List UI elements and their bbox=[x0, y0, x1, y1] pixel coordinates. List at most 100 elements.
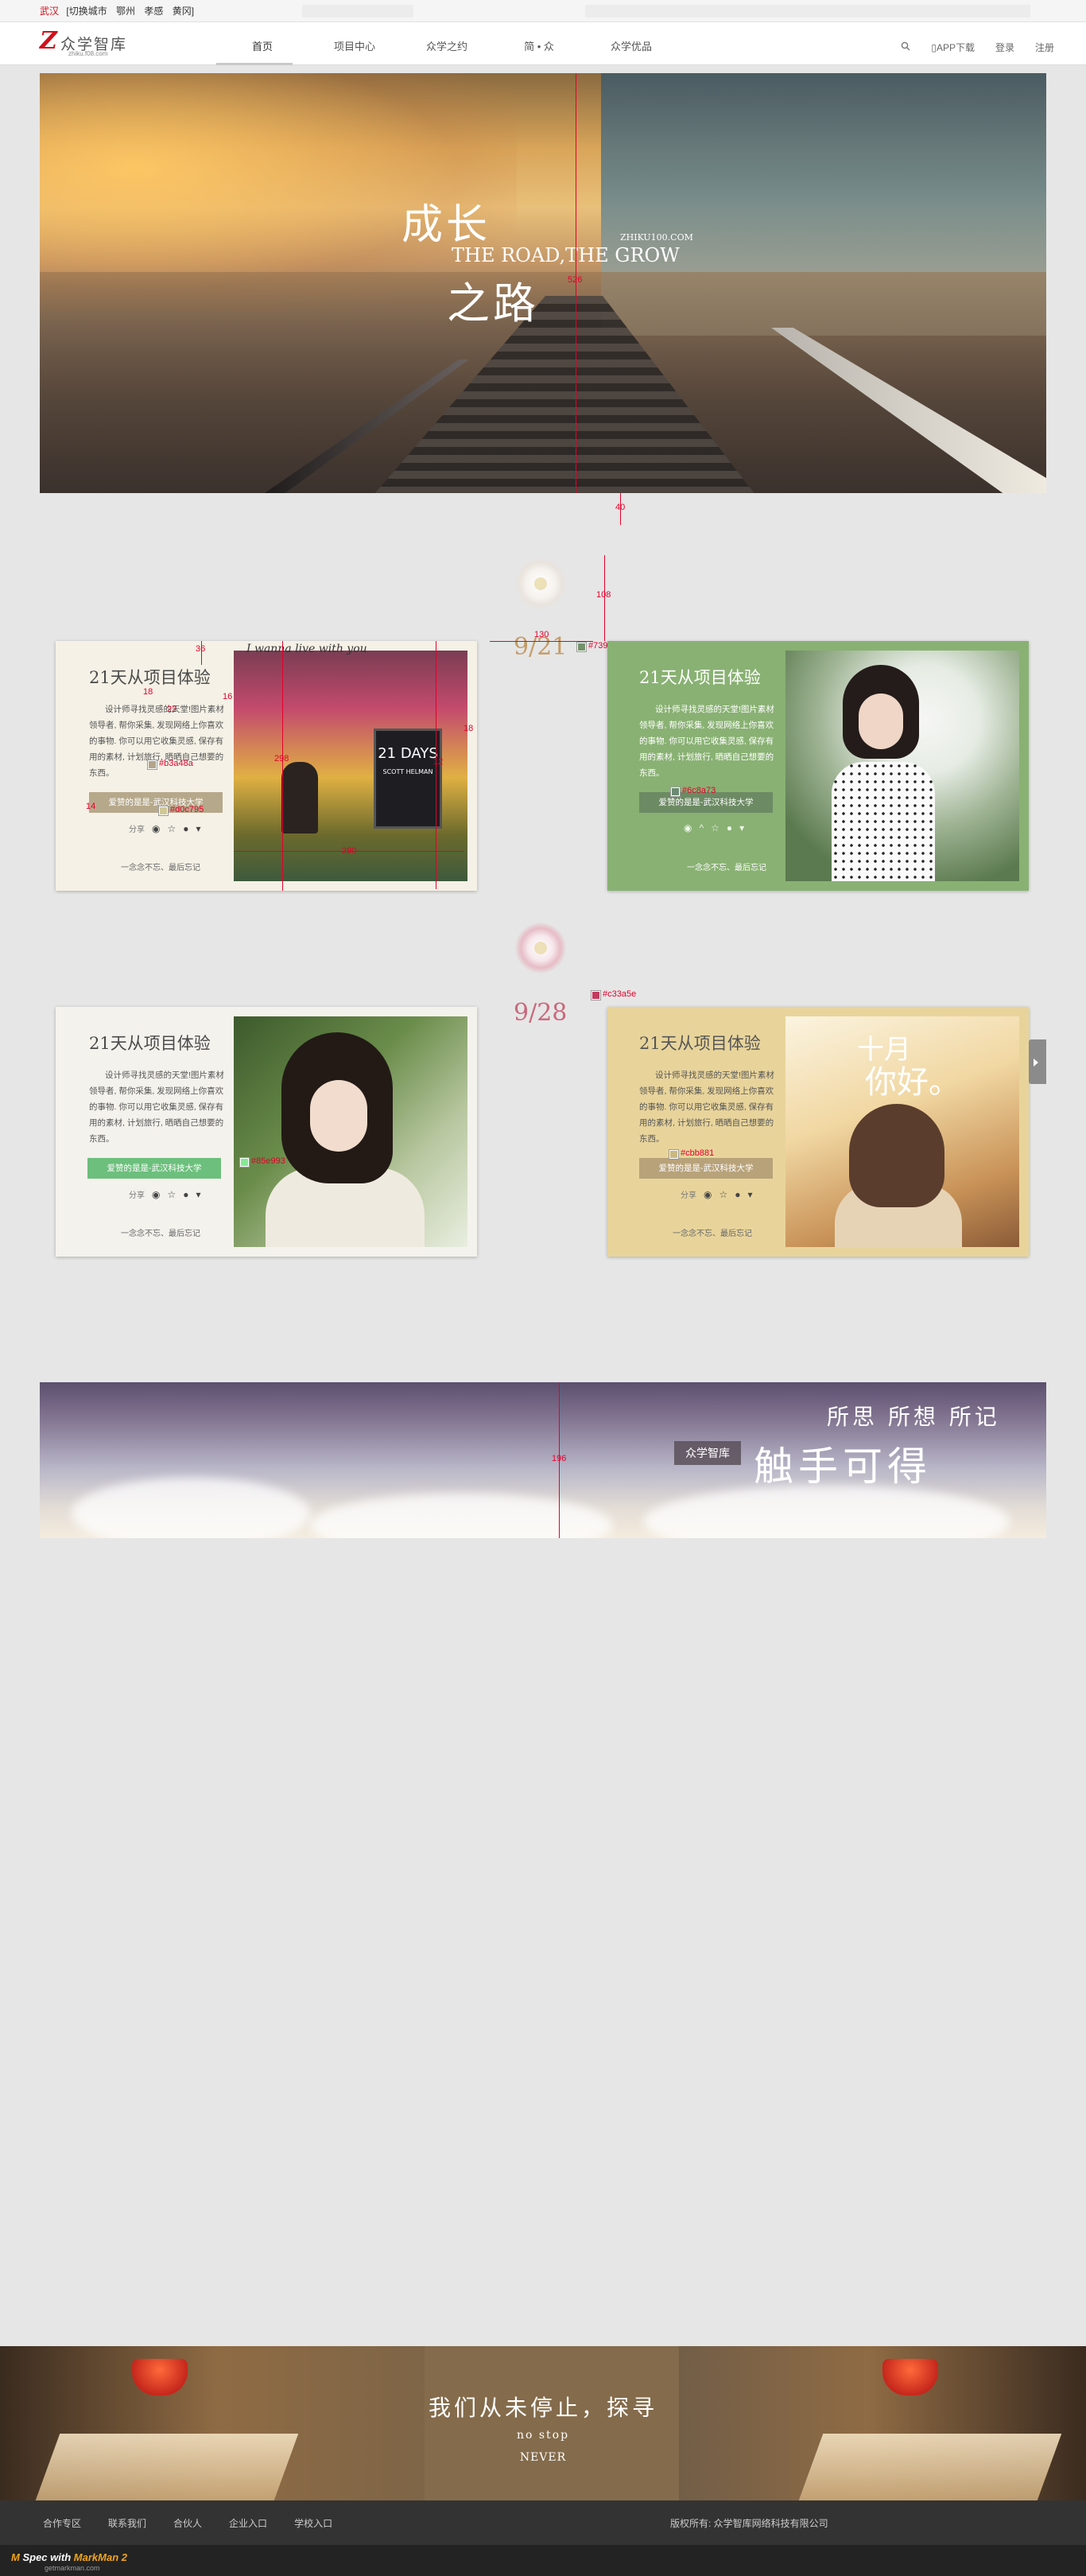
footer-link-cooperation[interactable]: 合作专区 bbox=[43, 2516, 81, 2530]
share-label: 分享 bbox=[681, 1191, 696, 1200]
card-photo[interactable] bbox=[234, 1016, 467, 1247]
login-link[interactable]: 登录 bbox=[995, 41, 1014, 54]
dropdown-icon[interactable]: ▾ bbox=[739, 822, 744, 833]
nav-products[interactable]: 众学优品 bbox=[585, 22, 677, 65]
star-icon[interactable]: ☆ bbox=[167, 823, 176, 834]
photo-face bbox=[310, 1080, 367, 1152]
spec-color: #85e993 bbox=[251, 1156, 285, 1166]
card-footer: 一念念不忘、最后忘记 bbox=[121, 864, 200, 872]
wechat-icon[interactable]: ● bbox=[735, 1189, 740, 1200]
footer-link-enterprise[interactable]: 企业入口 bbox=[229, 2516, 267, 2530]
markman-bar: M Spec with MarkMan 2 getmarkman.com bbox=[0, 2545, 1086, 2576]
site-logo[interactable]: Z 众学智库 zhiku.f08.com bbox=[40, 29, 151, 58]
star-icon[interactable]: ☆ bbox=[711, 822, 719, 833]
nav-simple[interactable]: 简 • 众 bbox=[493, 22, 585, 65]
card-description: 设计师寻找灵感的天堂!图片素材领导者, 帮你采集, 发现网络上你喜欢的事物. 你… bbox=[639, 705, 774, 778]
card-title: 21天从项目体验 bbox=[639, 668, 761, 687]
spec-label: 196 bbox=[552, 1454, 567, 1463]
spec-swatch bbox=[158, 806, 169, 816]
spec-label: 130 bbox=[534, 630, 549, 639]
weibo-icon[interactable]: ◉ bbox=[684, 822, 692, 833]
card-photo[interactable]: 十月 你好。 bbox=[785, 1016, 1019, 1247]
photo-hair bbox=[849, 1104, 944, 1207]
promo-banner[interactable]: 所思 所想 所记 众学智库 触手可得 bbox=[40, 1382, 1046, 1538]
next-arrow-button[interactable] bbox=[1029, 1039, 1046, 1084]
photo-book: 21 DAYS SCOTT HELMAN bbox=[374, 729, 442, 829]
card-tag[interactable]: 爱赞的是是-武汉科技大学 bbox=[87, 1158, 221, 1179]
spec-label: 22 bbox=[167, 705, 177, 714]
weibo-icon[interactable]: ◉ bbox=[704, 1189, 712, 1200]
project-card[interactable]: 21天从项目体验 设计师寻找灵感的天堂!图片素材领导者, 帮你采集, 发现网络上… bbox=[56, 1007, 477, 1257]
spec-label: 40 bbox=[615, 503, 626, 512]
nav-projects[interactable]: 项目中心 bbox=[308, 22, 401, 65]
spec-color: #b3a48a bbox=[159, 759, 193, 768]
register-link[interactable]: 注册 bbox=[1035, 41, 1054, 54]
star-icon[interactable]: ☆ bbox=[719, 1189, 727, 1200]
wechat-icon[interactable]: ● bbox=[727, 822, 732, 833]
project-card[interactable]: 21天从项目体验 设计师寻找灵感的天堂!图片素材领导者, 帮你采集, 发现网络上… bbox=[607, 641, 1029, 891]
card-tag[interactable]: 爱赞的是是-武汉科技大学 bbox=[639, 1158, 773, 1179]
dropdown-icon[interactable]: ▾ bbox=[748, 1189, 753, 1200]
spec-swatch bbox=[576, 642, 587, 652]
site-footer: 合作专区 联系我们 合伙人 企业入口 学校入口 版权所有: 众学智库网络科技有限… bbox=[0, 2500, 1086, 2545]
project-card[interactable]: 21天从项目体验 设计师寻找灵感的天堂!图片素材领导者, 帮你采集, 发现网络上… bbox=[607, 1007, 1029, 1257]
date-flower bbox=[515, 558, 566, 609]
weibo-icon[interactable]: ◉ bbox=[152, 823, 160, 834]
date-flower bbox=[515, 923, 566, 973]
markman-logo: M Spec with MarkMan 2 bbox=[11, 2551, 127, 2563]
photo-face bbox=[859, 694, 903, 749]
card-title: 21天从项目体验 bbox=[89, 668, 211, 687]
hero-banner[interactable]: 成长 ZHIKU100.COM THE ROAD,THE GROW 之路 bbox=[40, 73, 1046, 493]
switch-city-link[interactable]: [切换城市 bbox=[66, 6, 107, 17]
wechat-icon[interactable]: ● bbox=[183, 823, 188, 834]
hero-site: ZHIKU100.COM bbox=[620, 232, 693, 243]
spec-label: 36 bbox=[196, 644, 206, 654]
card-title: 21天从项目体验 bbox=[639, 1034, 761, 1053]
city-bar: 武汉 [切换城市 鄂州 孝感 黄冈] bbox=[0, 0, 1086, 22]
cloud bbox=[72, 1478, 310, 1538]
qq-icon[interactable]: ^ bbox=[699, 822, 704, 833]
logo-url: zhiku.f08.com bbox=[68, 50, 108, 57]
spec-color: #cbb881 bbox=[681, 1148, 715, 1158]
spec-swatch bbox=[239, 1157, 250, 1168]
bottom-title: 我们从未停止，探寻 bbox=[428, 2395, 657, 2421]
photo-figure bbox=[281, 762, 318, 833]
share-row: 分享 ◉ ☆ ● ▾ bbox=[129, 822, 201, 835]
project-card[interactable]: 21天从项目体验 设计师寻找灵感的天堂!图片素材领导者, 帮你采集, 发现网络上… bbox=[56, 641, 477, 891]
book-author: SCOTT HELMAN bbox=[382, 768, 433, 775]
card-text: 21天从项目体验 设计师寻找灵感的天堂!图片素材领导者, 帮你采集, 发现网络上… bbox=[607, 641, 785, 891]
markman-brand: Spec with bbox=[22, 2551, 72, 2563]
spec-color: #d0c795 bbox=[170, 805, 204, 814]
spec-label: 18 bbox=[463, 724, 474, 733]
card-text: 21天从项目体验 设计师寻找灵感的天堂!图片素材领导者, 帮你采集, 发现网络上… bbox=[56, 641, 234, 891]
app-download-link[interactable]: ▯APP下载 bbox=[931, 41, 975, 54]
phone-icon: ▯ bbox=[931, 41, 937, 53]
footer-link-school[interactable]: 学校入口 bbox=[294, 2516, 332, 2530]
nav-meetup[interactable]: 众学之约 bbox=[401, 22, 493, 65]
wechat-icon[interactable]: ● bbox=[183, 1189, 188, 1200]
nav-home[interactable]: 首页 bbox=[216, 22, 308, 65]
banner-tag: 众学智库 bbox=[674, 1441, 741, 1465]
share-label: 分享 bbox=[129, 1191, 145, 1200]
city-link[interactable]: 鄂州 bbox=[116, 6, 135, 17]
city-link[interactable]: 黄冈] bbox=[173, 6, 194, 17]
card-description: 设计师寻找灵感的天堂!图片素材领导者, 帮你采集, 发现网络上你喜欢的事物. 你… bbox=[639, 1070, 774, 1144]
city-link[interactable]: 孝感 bbox=[144, 6, 163, 17]
search-icon[interactable] bbox=[901, 41, 910, 53]
hero-title-line1: 成长 bbox=[401, 201, 491, 249]
header-actions: ▯APP下载 登录 注册 bbox=[901, 22, 1054, 65]
current-city[interactable]: 武汉 bbox=[40, 6, 59, 17]
photo-text: 你好。 bbox=[865, 1064, 960, 1101]
card-photo[interactable] bbox=[785, 651, 1019, 881]
spec-swatch bbox=[147, 760, 157, 770]
spec-label: 298 bbox=[274, 754, 289, 763]
card-text: 21天从项目体验 设计师寻找灵感的天堂!图片素材领导者, 帮你采集, 发现网络上… bbox=[607, 1007, 785, 1257]
dropdown-icon[interactable]: ▾ bbox=[196, 823, 201, 834]
star-icon[interactable]: ☆ bbox=[167, 1189, 176, 1200]
dropdown-icon[interactable]: ▾ bbox=[196, 1189, 201, 1200]
weibo-icon[interactable]: ◉ bbox=[152, 1189, 160, 1200]
book-title: 21 DAYS bbox=[378, 745, 438, 762]
footer-link-partners[interactable]: 合伙人 bbox=[173, 2516, 202, 2530]
copyright: 版权所有: 众学智库网络科技有限公司 bbox=[670, 2518, 828, 2529]
footer-link-contact[interactable]: 联系我们 bbox=[108, 2516, 146, 2530]
